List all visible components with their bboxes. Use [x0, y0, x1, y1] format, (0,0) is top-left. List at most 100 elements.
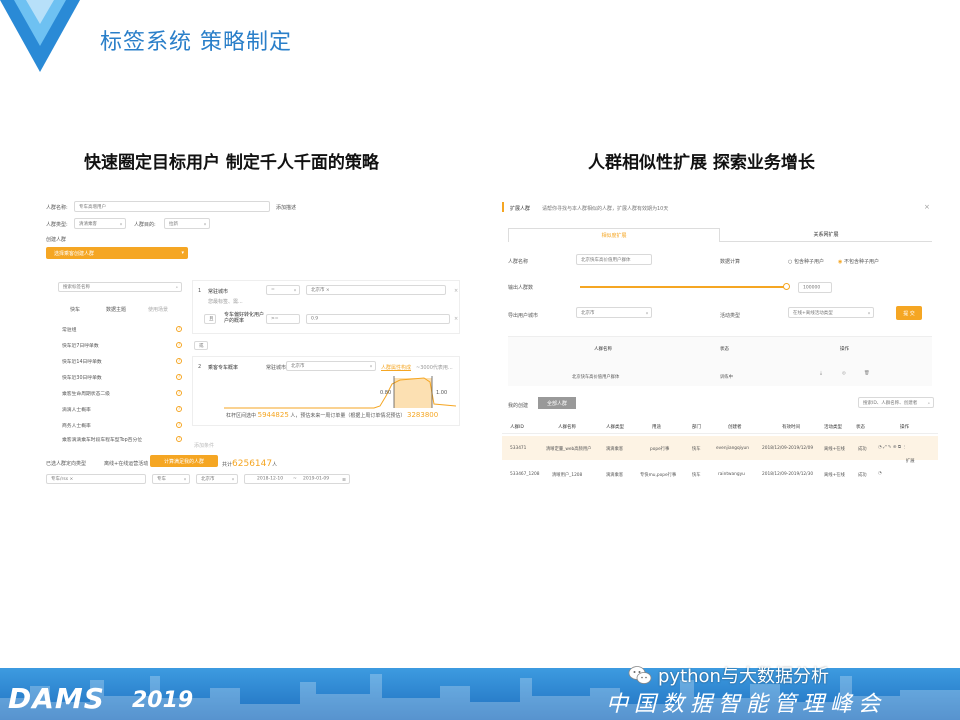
cell: 滴滴乘客 — [606, 447, 624, 452]
filter-topic[interactable]: 数据主题 — [106, 306, 126, 313]
cell: 快车 — [692, 473, 701, 478]
sub-tab-mine[interactable]: 我的创建 — [508, 402, 528, 409]
expand-title: 扩展人群 — [510, 206, 531, 212]
cell: 533467_1208 — [510, 472, 540, 477]
crowd-name-input[interactable]: 专车高增用户 — [74, 201, 270, 212]
export-city-select[interactable]: 北京市 ▾ — [576, 307, 652, 318]
remove-condition-icon[interactable]: × — [454, 288, 458, 294]
col-header: 创建者 — [728, 425, 742, 430]
crowd-type-label: 人群类型: — [46, 222, 68, 228]
col-header: 状态 — [856, 425, 865, 430]
data-calc-label: 数据计算 — [720, 259, 741, 265]
tag-item[interactable]: 乘客滴滴乘车时段车程车型Top百分位 — [62, 436, 142, 443]
slider-right-value: 1.00 — [436, 390, 448, 396]
radio-exclude-seed[interactable]: ◉ 不包含种子用户 — [838, 258, 879, 265]
filter-car[interactable]: 快车 — [70, 306, 80, 313]
sub-value-input[interactable]: 0.9 — [306, 314, 450, 324]
output-count-input[interactable]: 100000 — [798, 282, 832, 293]
sub-condition-label: 专车偏好转化用户户的概率 — [224, 312, 265, 324]
crowd-name-label: 人群名称 — [508, 259, 529, 265]
radio-include-seed[interactable]: ○ 包含种子用户 — [788, 258, 824, 265]
condition-index: 2 — [198, 364, 202, 370]
footer-slogan: 中国数据智能管理峰会 — [606, 692, 887, 717]
slider-handle[interactable] — [783, 283, 790, 290]
row-actions[interactable]: ◔ — [878, 471, 882, 476]
list-search-input[interactable]: 搜索ID、人群名称、创建者 ⌕ — [858, 397, 934, 408]
condition-label: 常驻城市 — [208, 289, 229, 295]
dropdown-item-expand[interactable]: 扩展 — [906, 458, 915, 464]
view-icon[interactable]: ◎ — [842, 371, 846, 376]
crowd-type-select[interactable]: 清清乘客 ▾ — [74, 218, 126, 229]
slider-left-value: 0.80 — [380, 390, 392, 396]
col-header: 用途 — [652, 425, 661, 430]
help-icon: ? — [176, 374, 182, 380]
output-slider[interactable] — [580, 286, 786, 288]
tag-filter-select[interactable]: 专车/rss × — [46, 474, 146, 484]
operator-select[interactable]: = ▾ — [266, 285, 300, 295]
product-select[interactable]: 专车 ▾ — [152, 474, 190, 484]
filter-scene[interactable]: 使用场景 — [148, 306, 168, 313]
cell: 2018/12/09-2019/12/30 — [762, 472, 814, 477]
download-icon[interactable]: ⤓ — [820, 371, 822, 376]
remove-condition-icon[interactable]: × — [454, 316, 458, 322]
crowd-attribute-link[interactable]: 人群属性构成 — [381, 364, 411, 371]
tab-similarity[interactable]: 相似度扩展 — [508, 228, 720, 242]
submit-button[interactable]: 提 交 — [896, 306, 922, 320]
col-header: 操作 — [900, 425, 909, 430]
condition-label: 乘客专车概率 — [208, 365, 239, 371]
crowd-name-label: 人群名称: — [46, 205, 68, 211]
tag-item[interactable]: 滴滴人士概率 — [62, 406, 91, 413]
crowd-attribute-note: ~3000代表用... — [416, 365, 453, 371]
calculate-crowd-button[interactable]: 计算满足我的人群 — [150, 455, 218, 467]
tag-item[interactable]: 快车近7日呼单数 — [62, 342, 99, 349]
activity-type-select[interactable]: 在线+离线活动类型 ▾ — [788, 307, 874, 318]
add-condition-link[interactable]: 添加条件 — [194, 442, 214, 449]
cell: raintwangyu — [718, 472, 745, 477]
tag-item[interactable]: 商务人士概率 — [62, 422, 91, 429]
calendar-icon: ▦ — [342, 476, 346, 482]
tag-item[interactable]: 常驻组 — [62, 326, 76, 333]
delete-icon[interactable]: 🗑 — [864, 371, 869, 376]
cell: 2018/12/09-2019/12/09 — [762, 446, 814, 451]
crowd-purpose-label: 人群目的: — [134, 222, 156, 228]
col-header: 部门 — [692, 425, 701, 430]
sub-operator-select[interactable]: >= — [266, 314, 300, 324]
select-passenger-button[interactable]: 选择乘客创建人群 ▾ — [46, 247, 188, 259]
city-value-select[interactable]: 北京市 × — [306, 285, 446, 295]
resident-city-select[interactable]: 北京市 ▾ — [286, 361, 376, 371]
condition-index: 1 — [198, 288, 202, 294]
tag-item[interactable]: 快车近14日呼单数 — [62, 358, 102, 365]
tag-item[interactable]: 快车近30日呼单数 — [62, 374, 102, 381]
help-icon: ? — [176, 436, 182, 442]
tab-relationship[interactable]: 关系网扩展 — [720, 228, 932, 242]
and-select[interactable]: 且 — [204, 314, 216, 324]
watermark-text: python与大数据分析 — [658, 666, 829, 687]
crowd-builder-panel: 人群名称: 专车高增用户 添加描述 人群类型: 清清乘客 ▾ 人群目的: 拉新 ▾ … — [44, 196, 484, 506]
help-icon: ? — [176, 342, 182, 348]
slide-title: 标签系统 策略制定 — [100, 30, 292, 55]
table-cell: 北京快车高价值用户群体 — [572, 375, 620, 380]
tag-item[interactable]: 乘客生命周期状态二级 — [62, 390, 110, 397]
cell: evenjiangqiyun — [716, 446, 749, 451]
logo-triangle-icon — [0, 0, 80, 72]
crowd-purpose-select[interactable]: 拉新 ▾ — [164, 218, 210, 229]
search-icon: ⌕ — [927, 400, 930, 405]
sub-tab-all[interactable]: 全部人群 — [538, 397, 576, 409]
add-description-link[interactable]: 添加描述 — [276, 204, 296, 211]
table-header: 操作 — [840, 347, 849, 352]
date-range-picker[interactable]: 2018-12-10 ~ 2019-01-09 ▦ — [244, 474, 350, 484]
cell: 离线+在线 — [824, 473, 845, 478]
col-header: 人群ID — [510, 425, 524, 430]
or-select[interactable]: 或 — [194, 341, 208, 350]
left-heading: 快速圈定目标用户 制定千人千面的策略 — [84, 153, 379, 173]
tag-search-input[interactable]: 搜索标签名称 ⌕ — [58, 282, 182, 292]
row-actions[interactable]: ◔ ⤢ ✎ ⊕ ⧉ ⋮ — [878, 445, 907, 450]
help-icon: ? — [176, 390, 182, 396]
total-count: 共计6256147人 — [222, 459, 278, 469]
close-icon[interactable]: × — [924, 203, 930, 211]
help-icon: ? — [176, 422, 182, 428]
cell: 专快mu,pope行事 — [640, 473, 677, 478]
expand-hint: 请帮你寻找与本人群相似的人群，扩展人群有效期为10天 — [542, 206, 669, 212]
city-select[interactable]: 北京市 ▾ — [196, 474, 238, 484]
crowd-name-input[interactable]: 北京快车高价值用户群体 — [576, 254, 652, 265]
